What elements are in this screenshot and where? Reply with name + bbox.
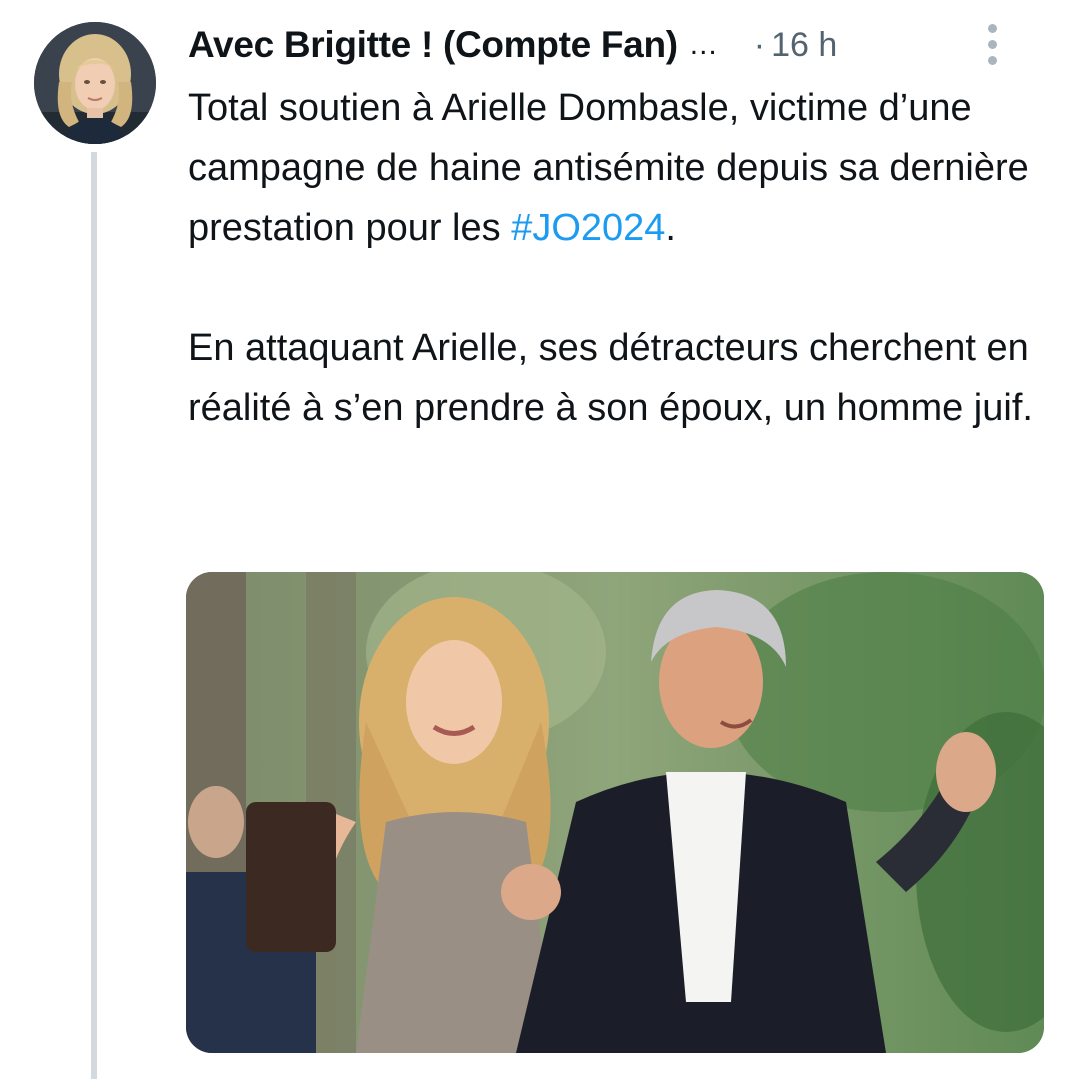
separator-dot: ·	[753, 25, 766, 64]
timestamp[interactable]: 16 h	[771, 26, 837, 65]
avatar-column	[34, 22, 156, 144]
more-vertical-icon[interactable]	[988, 24, 998, 70]
thread-line	[91, 152, 97, 1079]
avatar-picture	[34, 22, 156, 144]
avatar[interactable]	[34, 22, 156, 144]
display-name[interactable]: Avec Brigitte ! (Compte Fan)	[188, 24, 678, 66]
tweet-paragraph-2: En attaquant Arielle, ses détracteurs ch…	[188, 327, 1033, 429]
name-ellipsis: ...	[689, 28, 718, 61]
tweet[interactable]: Avec Brigitte ! (Compte Fan) ... · 16 h …	[0, 0, 1078, 1079]
tweet-text: Total soutien à Arielle Dombasle, victim…	[188, 78, 1048, 438]
photo-couple	[186, 572, 1044, 1053]
tweet-header: Avec Brigitte ! (Compte Fan) ... · 16 h	[188, 18, 1038, 72]
tweet-text-period: .	[665, 207, 676, 249]
hashtag-link[interactable]: #JO2024	[511, 207, 665, 249]
tweet-photo[interactable]	[186, 572, 1044, 1053]
tweet-paragraph-1: Total soutien à Arielle Dombasle, victim…	[188, 78, 1048, 258]
